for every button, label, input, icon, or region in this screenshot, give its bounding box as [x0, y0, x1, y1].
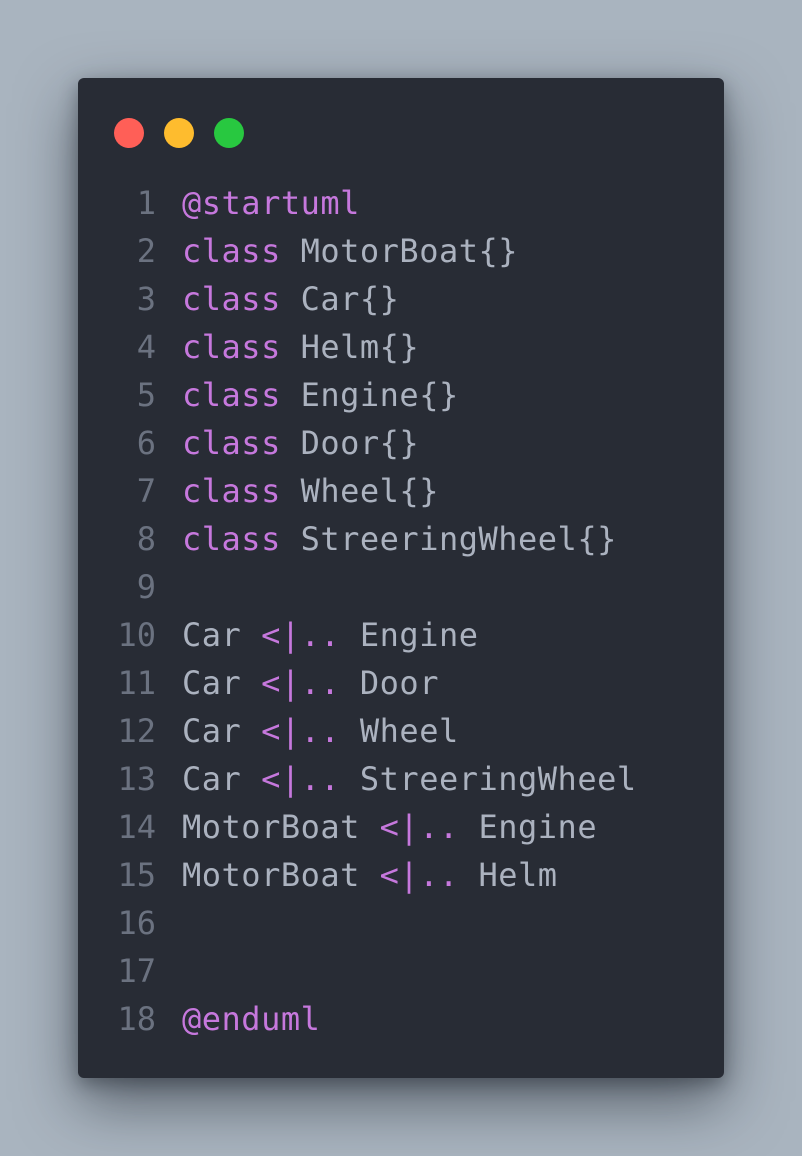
line-number: 18: [117, 1000, 156, 1038]
code-line: 18 @enduml: [78, 995, 724, 1043]
line-number: 9: [136, 568, 156, 606]
line-text: @enduml: [182, 995, 320, 1043]
operator-token: <|..: [261, 712, 341, 750]
identifier-token: Car: [182, 760, 262, 798]
line-number: 4: [136, 328, 156, 366]
code-line: 3 class Car{}: [78, 275, 724, 323]
line-text: class Car{}: [182, 275, 399, 323]
identifier-token: Car: [182, 664, 262, 702]
code-line: 8 class StreeringWheel{}: [78, 515, 724, 563]
line-text: class Wheel{}: [182, 467, 439, 515]
line-text: class Engine{}: [182, 371, 459, 419]
line-number: 6: [136, 424, 156, 462]
keyword-token: class: [182, 472, 281, 510]
operator-token: <|..: [379, 856, 459, 894]
line-number: 12: [117, 712, 156, 750]
code-line: 4 class Helm{}: [78, 323, 724, 371]
code-line: 9: [78, 563, 724, 611]
line-number: 1: [136, 184, 156, 222]
identifier-token: Car{}: [280, 280, 400, 318]
code-line: 1 @startuml: [78, 179, 724, 227]
code-line: 15 MotorBoat <|.. Helm: [78, 851, 724, 899]
operator-token: <|..: [379, 808, 459, 846]
code-line: 6 class Door{}: [78, 419, 724, 467]
code-line: 5 class Engine{}: [78, 371, 724, 419]
maximize-dot-icon[interactable]: [214, 118, 244, 148]
line-text: Car <|.. Door: [182, 659, 439, 707]
identifier-token: Wheel: [340, 712, 459, 750]
line-text: @startuml: [182, 179, 360, 227]
close-dot-icon[interactable]: [114, 118, 144, 148]
keyword-token: class: [182, 328, 281, 366]
code-line: 16: [78, 899, 724, 947]
code-line: 7 class Wheel{}: [78, 467, 724, 515]
minimize-dot-icon[interactable]: [164, 118, 194, 148]
line-number: 7: [136, 472, 156, 510]
operator-token: <|..: [261, 760, 341, 798]
identifier-token: Door: [340, 664, 439, 702]
identifier-token: Door{}: [280, 424, 420, 462]
code-line: 13 Car <|.. StreeringWheel: [78, 755, 724, 803]
identifier-token: Engine: [340, 616, 479, 654]
code-block: 1 @startuml 2 class MotorBoat{} 3 class Car{}…: [78, 179, 724, 1043]
identifier-token: Wheel{}: [280, 472, 439, 510]
line-number: 13: [117, 760, 156, 798]
line-number: 14: [117, 808, 156, 846]
code-line: 12 Car <|.. Wheel: [78, 707, 724, 755]
line-text: class StreeringWheel{}: [182, 515, 617, 563]
code-line: 14 MotorBoat <|.. Engine: [78, 803, 724, 851]
line-number: 11: [117, 664, 156, 702]
code-window: 1 @startuml 2 class MotorBoat{} 3 class Car{}…: [78, 78, 724, 1078]
identifier-token: Car: [182, 712, 262, 750]
line-text: class MotorBoat{}: [182, 227, 518, 275]
keyword-token: class: [182, 424, 281, 462]
line-number: 16: [117, 904, 156, 942]
identifier-token: Helm: [458, 856, 558, 894]
line-number: 8: [136, 520, 156, 558]
identifier-token: StreeringWheel{}: [280, 520, 617, 558]
keyword-token: @startuml: [182, 184, 360, 222]
keyword-token: class: [182, 376, 281, 414]
identifier-token: Engine: [458, 808, 598, 846]
line-number: 5: [136, 376, 156, 414]
code-line: 17: [78, 947, 724, 995]
code-line: 2 class MotorBoat{}: [78, 227, 724, 275]
identifier-token: Car: [182, 616, 262, 654]
line-text: MotorBoat <|.. Helm: [182, 851, 558, 899]
identifier-token: Helm{}: [280, 328, 420, 366]
line-number: 17: [117, 952, 156, 990]
operator-token: <|..: [261, 664, 341, 702]
line-text: class Helm{}: [182, 323, 419, 371]
line-text: MotorBoat <|.. Engine: [182, 803, 597, 851]
identifier-token: MotorBoat{}: [280, 232, 519, 270]
keyword-token: class: [182, 520, 281, 558]
keyword-token: @enduml: [182, 1000, 321, 1038]
identifier-token: MotorBoat: [182, 856, 380, 894]
identifier-token: StreeringWheel: [340, 760, 637, 798]
keyword-token: class: [182, 280, 281, 318]
line-text: class Door{}: [182, 419, 419, 467]
line-number: 15: [117, 856, 156, 894]
code-line: 10 Car <|.. Engine: [78, 611, 724, 659]
operator-token: <|..: [261, 616, 341, 654]
line-text: Car <|.. Wheel: [182, 707, 459, 755]
line-number: 10: [117, 616, 156, 654]
line-number: 2: [136, 232, 156, 270]
identifier-token: Engine{}: [280, 376, 459, 414]
identifier-token: MotorBoat: [182, 808, 380, 846]
code-line: 11 Car <|.. Door: [78, 659, 724, 707]
line-number: 3: [136, 280, 156, 318]
line-text: Car <|.. Engine: [182, 611, 478, 659]
keyword-token: class: [182, 232, 281, 270]
line-text: Car <|.. StreeringWheel: [182, 755, 637, 803]
